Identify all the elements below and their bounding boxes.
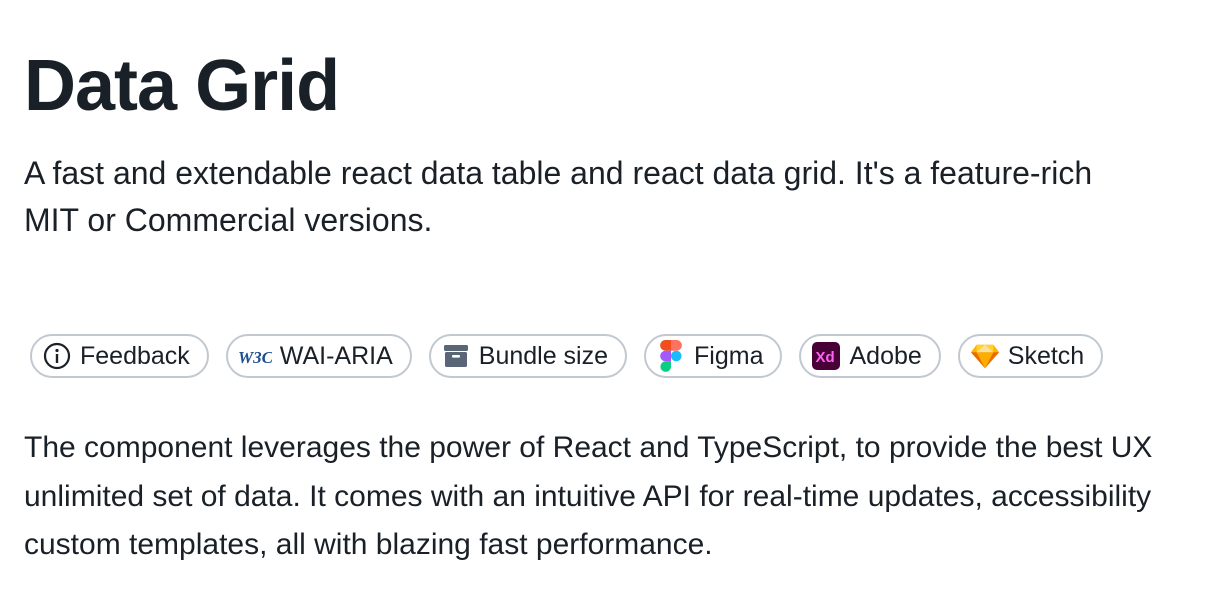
wai-aria-chip[interactable]: W3C WAI-ARIA bbox=[225, 334, 412, 378]
feedback-chip[interactable]: Feedback bbox=[30, 334, 209, 378]
page-title: Data Grid bbox=[24, 46, 340, 126]
description-line: A fast and extendable react data table a… bbox=[24, 155, 1093, 191]
overview-line: The component leverages the power of Rea… bbox=[24, 431, 1153, 464]
figma-icon bbox=[656, 340, 686, 372]
overview-line: custom templates, all with blazing fast … bbox=[24, 528, 713, 561]
page-description: A fast and extendable react data table a… bbox=[24, 150, 1212, 244]
chip-label: Sketch bbox=[1007, 341, 1085, 370]
info-icon bbox=[42, 341, 72, 371]
adobe-chip[interactable]: Xd Adobe bbox=[799, 334, 941, 378]
sketch-icon bbox=[970, 341, 1000, 371]
overview-line: unlimited set of data. It comes with an … bbox=[24, 479, 1152, 513]
package-icon bbox=[441, 341, 471, 371]
chip-label: Adobe bbox=[849, 341, 922, 370]
page-content: Data Grid A fast and extendable react da… bbox=[24, 0, 1212, 612]
w3c-icon: W3C bbox=[238, 341, 272, 371]
svg-text:W3C: W3C bbox=[238, 348, 272, 367]
chip-label: Feedback bbox=[80, 341, 190, 370]
adobe-xd-icon: Xd bbox=[811, 341, 841, 371]
chip-label: WAI-ARIA bbox=[279, 341, 393, 370]
chip-label: Figma bbox=[694, 341, 764, 370]
resource-chips: Feedback W3C WAI-ARIA Bundle size Figma … bbox=[30, 334, 1104, 378]
svg-text:Xd: Xd bbox=[816, 349, 835, 366]
component-overview: The component leverages the power of Rea… bbox=[24, 424, 1212, 570]
chip-label: Bundle size bbox=[478, 341, 609, 370]
figma-chip[interactable]: Figma bbox=[644, 334, 783, 378]
sketch-chip[interactable]: Sketch bbox=[957, 334, 1104, 378]
description-line: MIT or Commercial versions. bbox=[24, 202, 433, 238]
bundle-size-chip[interactable]: Bundle size bbox=[428, 334, 628, 378]
